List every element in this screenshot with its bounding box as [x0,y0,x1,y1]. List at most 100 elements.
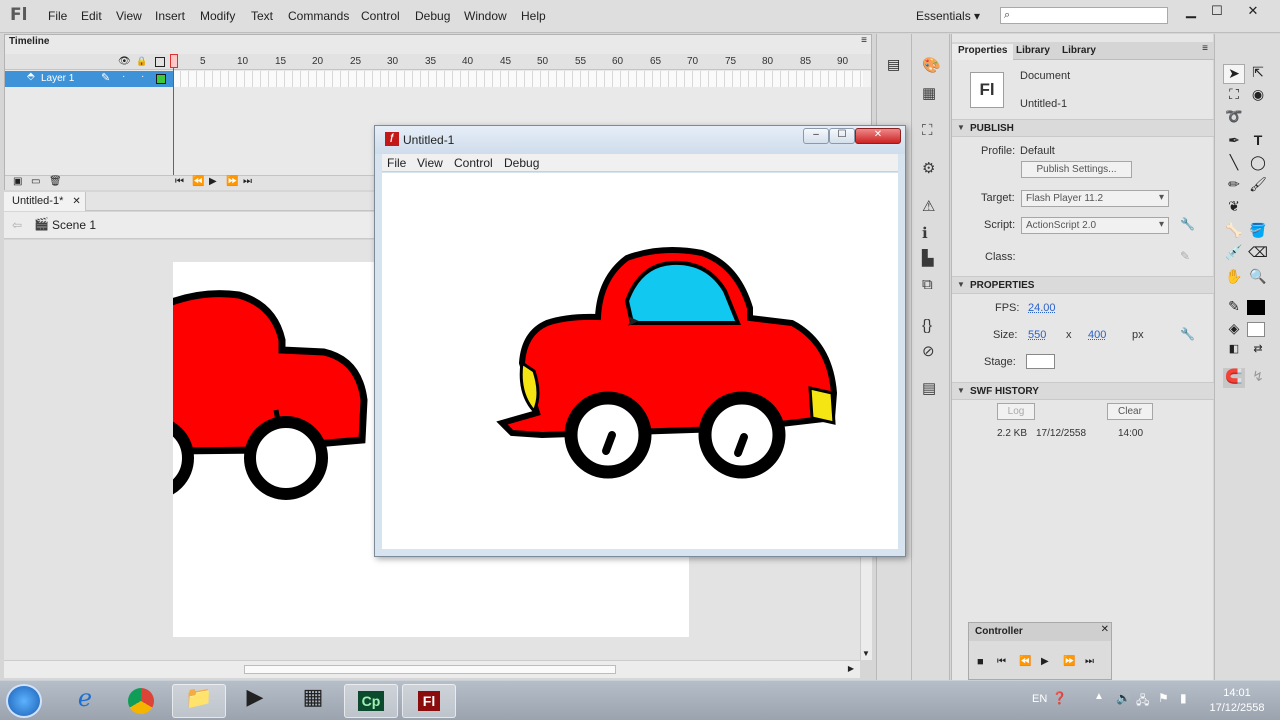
frame-ruler[interactable]: 👁 🔒 1 5 10 15 20 25 30 35 40 45 50 55 60… [5,54,871,70]
playhead[interactable] [173,54,174,176]
workspace-switcher[interactable]: Essentials ▾ [916,9,980,23]
library-icon[interactable]: ⧉ [922,276,933,293]
volume-icon[interactable]: 🔊 [1116,691,1131,705]
new-layer-icon[interactable]: ▣ [13,176,22,187]
publish-settings-button[interactable]: Publish Settings... [1021,161,1132,178]
step-back-icon[interactable]: ⏪ [1019,656,1031,667]
minimize-button[interactable]: ▁ [1178,3,1204,19]
chrome-icon[interactable] [114,684,168,718]
close-button[interactable]: ✕ [1240,3,1266,19]
fill-color-swatch[interactable] [1247,322,1265,337]
swatches-icon[interactable]: ▦ [922,84,936,102]
help-icon[interactable]: ❓ [1052,691,1067,705]
edit-class-icon[interactable]: ✎ [1180,249,1190,263]
menu-debug[interactable]: Debug [415,9,450,23]
new-folder-icon[interactable]: ▭ [31,176,40,187]
flag-icon[interactable]: ⚑ [1158,691,1169,705]
color-panel-icon[interactable]: 🎨 [922,56,941,74]
media-player-icon[interactable]: ▶ [228,684,282,718]
eye-icon[interactable]: 👁 [118,56,131,67]
swap-colors-icon[interactable]: ⇄ [1247,342,1269,362]
height-value[interactable]: 400 [1088,329,1106,341]
wrench-icon[interactable]: 🔧 [1180,217,1195,231]
swf-maximize-button[interactable]: ☐ [829,128,855,144]
layer-label[interactable]: ⬘ Layer 1 ✎ · · [5,71,173,87]
scroll-thumb[interactable] [244,665,616,674]
play-icon[interactable]: ▶ [209,176,217,187]
menu-edit[interactable]: Edit [81,9,102,23]
paint-bucket-icon[interactable]: 🪣 [1247,222,1269,242]
stroke-color-icon[interactable]: ✎ [1223,298,1245,318]
last-frame-icon[interactable]: ⏭ [243,176,252,187]
step-back-icon[interactable]: ⏪ [192,176,204,187]
panel-menu-icon[interactable]: ≡ [861,35,867,46]
brush-tool-icon[interactable]: 🖌 [1247,176,1269,196]
file-explorer-icon[interactable]: 📁 [172,684,226,718]
smooth-icon[interactable]: ↯ [1247,368,1269,388]
step-forward-icon[interactable]: ⏩ [1063,656,1075,667]
swf-minimize-button[interactable]: – [803,128,829,144]
menu-window[interactable]: Window [464,9,507,23]
panel-menu-icon[interactable]: ≡ [1202,43,1208,54]
motion-presets-icon[interactable]: ⊘ [922,342,935,360]
swf-menu-view[interactable]: View [417,156,443,170]
align-icon[interactable]: ▙ [922,249,934,267]
menu-insert[interactable]: Insert [155,9,185,23]
menu-help[interactable]: Help [521,9,546,23]
zoom-tool-icon[interactable]: 🔍 [1247,268,1269,288]
menu-modify[interactable]: Modify [200,9,235,23]
fill-color-icon[interactable]: ◈ [1223,320,1245,340]
scene-name[interactable]: Scene 1 [52,218,96,232]
horizontal-scrollbar[interactable]: ▶ [4,660,860,678]
captivate-icon[interactable]: Cp [344,684,398,718]
go-to-end-icon[interactable]: ⏭ [1085,656,1094,667]
stage-color-swatch[interactable] [1026,354,1055,369]
components-icon[interactable]: ⚙ [922,159,935,177]
swf-canvas[interactable]: ➤ [382,173,898,549]
publish-section-header[interactable]: PUBLISH [952,119,1214,137]
swf-title-bar[interactable]: ƒ Untitled-1 – ☐ ✕ [375,126,905,154]
warning-icon[interactable]: ⚠ [922,197,935,215]
frame-strip[interactable] [173,71,863,87]
swf-close-button[interactable]: ✕ [855,128,901,144]
network-icon[interactable]: 🖧 [1136,691,1149,712]
target-select[interactable]: Flash Player 11.2 ▾ [1021,190,1169,207]
lock-dot-icon[interactable]: · [141,71,144,82]
stroke-color-swatch[interactable] [1247,300,1265,315]
system-clock[interactable]: 14:01 17/12/2558 [1198,686,1276,716]
layer-row[interactable]: ⬘ Layer 1 ✎ · · [5,71,871,87]
eyedropper-icon[interactable]: 💉 [1223,244,1245,264]
maximize-button[interactable]: ☐ [1204,3,1230,19]
rewind-icon[interactable]: ⏮ [997,656,1006,667]
line-tool-icon[interactable]: ╲ [1223,154,1245,174]
scroll-right-icon[interactable]: ▶ [848,664,854,673]
oval-tool-icon[interactable]: ◯ [1247,154,1269,174]
snap-magnet-icon[interactable]: 🧲 [1223,368,1245,388]
width-value[interactable]: 550 [1028,329,1046,341]
step-forward-icon[interactable]: ⏩ [226,176,238,187]
visible-dot-icon[interactable]: · [122,71,125,82]
play-icon[interactable]: ▶ [1041,656,1049,667]
outline-icon[interactable] [155,57,165,67]
align-panel-icon[interactable]: ▤ [887,56,900,73]
tab-library-2[interactable]: Library [1056,44,1102,60]
battery-icon[interactable]: ▮ [1180,691,1187,705]
clear-button[interactable]: Clear [1107,403,1153,420]
swf-menu-debug[interactable]: Debug [504,156,539,170]
scroll-down-icon[interactable]: ▼ [862,649,870,658]
menu-text[interactable]: Text [251,9,273,23]
selection-tool-icon[interactable]: ➤ [1223,64,1245,84]
close-icon[interactable]: ✕ [72,196,80,207]
swf-menu-file[interactable]: File [387,156,406,170]
first-frame-icon[interactable]: ⏮ [175,176,184,187]
tab-properties[interactable]: Properties [952,44,1014,60]
deco-tool-icon[interactable]: ❦ [1223,198,1245,218]
internet-explorer-icon[interactable]: ℯ [58,684,112,718]
fps-value[interactable]: 24.00 [1028,302,1056,314]
document-tab[interactable]: Untitled-1* ✕ [4,192,86,211]
lock-icon[interactable]: 🔒 [136,56,147,67]
default-colors-icon[interactable]: ◧ [1223,342,1245,362]
free-transform-icon[interactable]: ⛶ [1223,86,1245,106]
transform-icon[interactable]: ⛶ [922,122,933,139]
properties-section-header[interactable]: PROPERTIES [952,276,1214,294]
